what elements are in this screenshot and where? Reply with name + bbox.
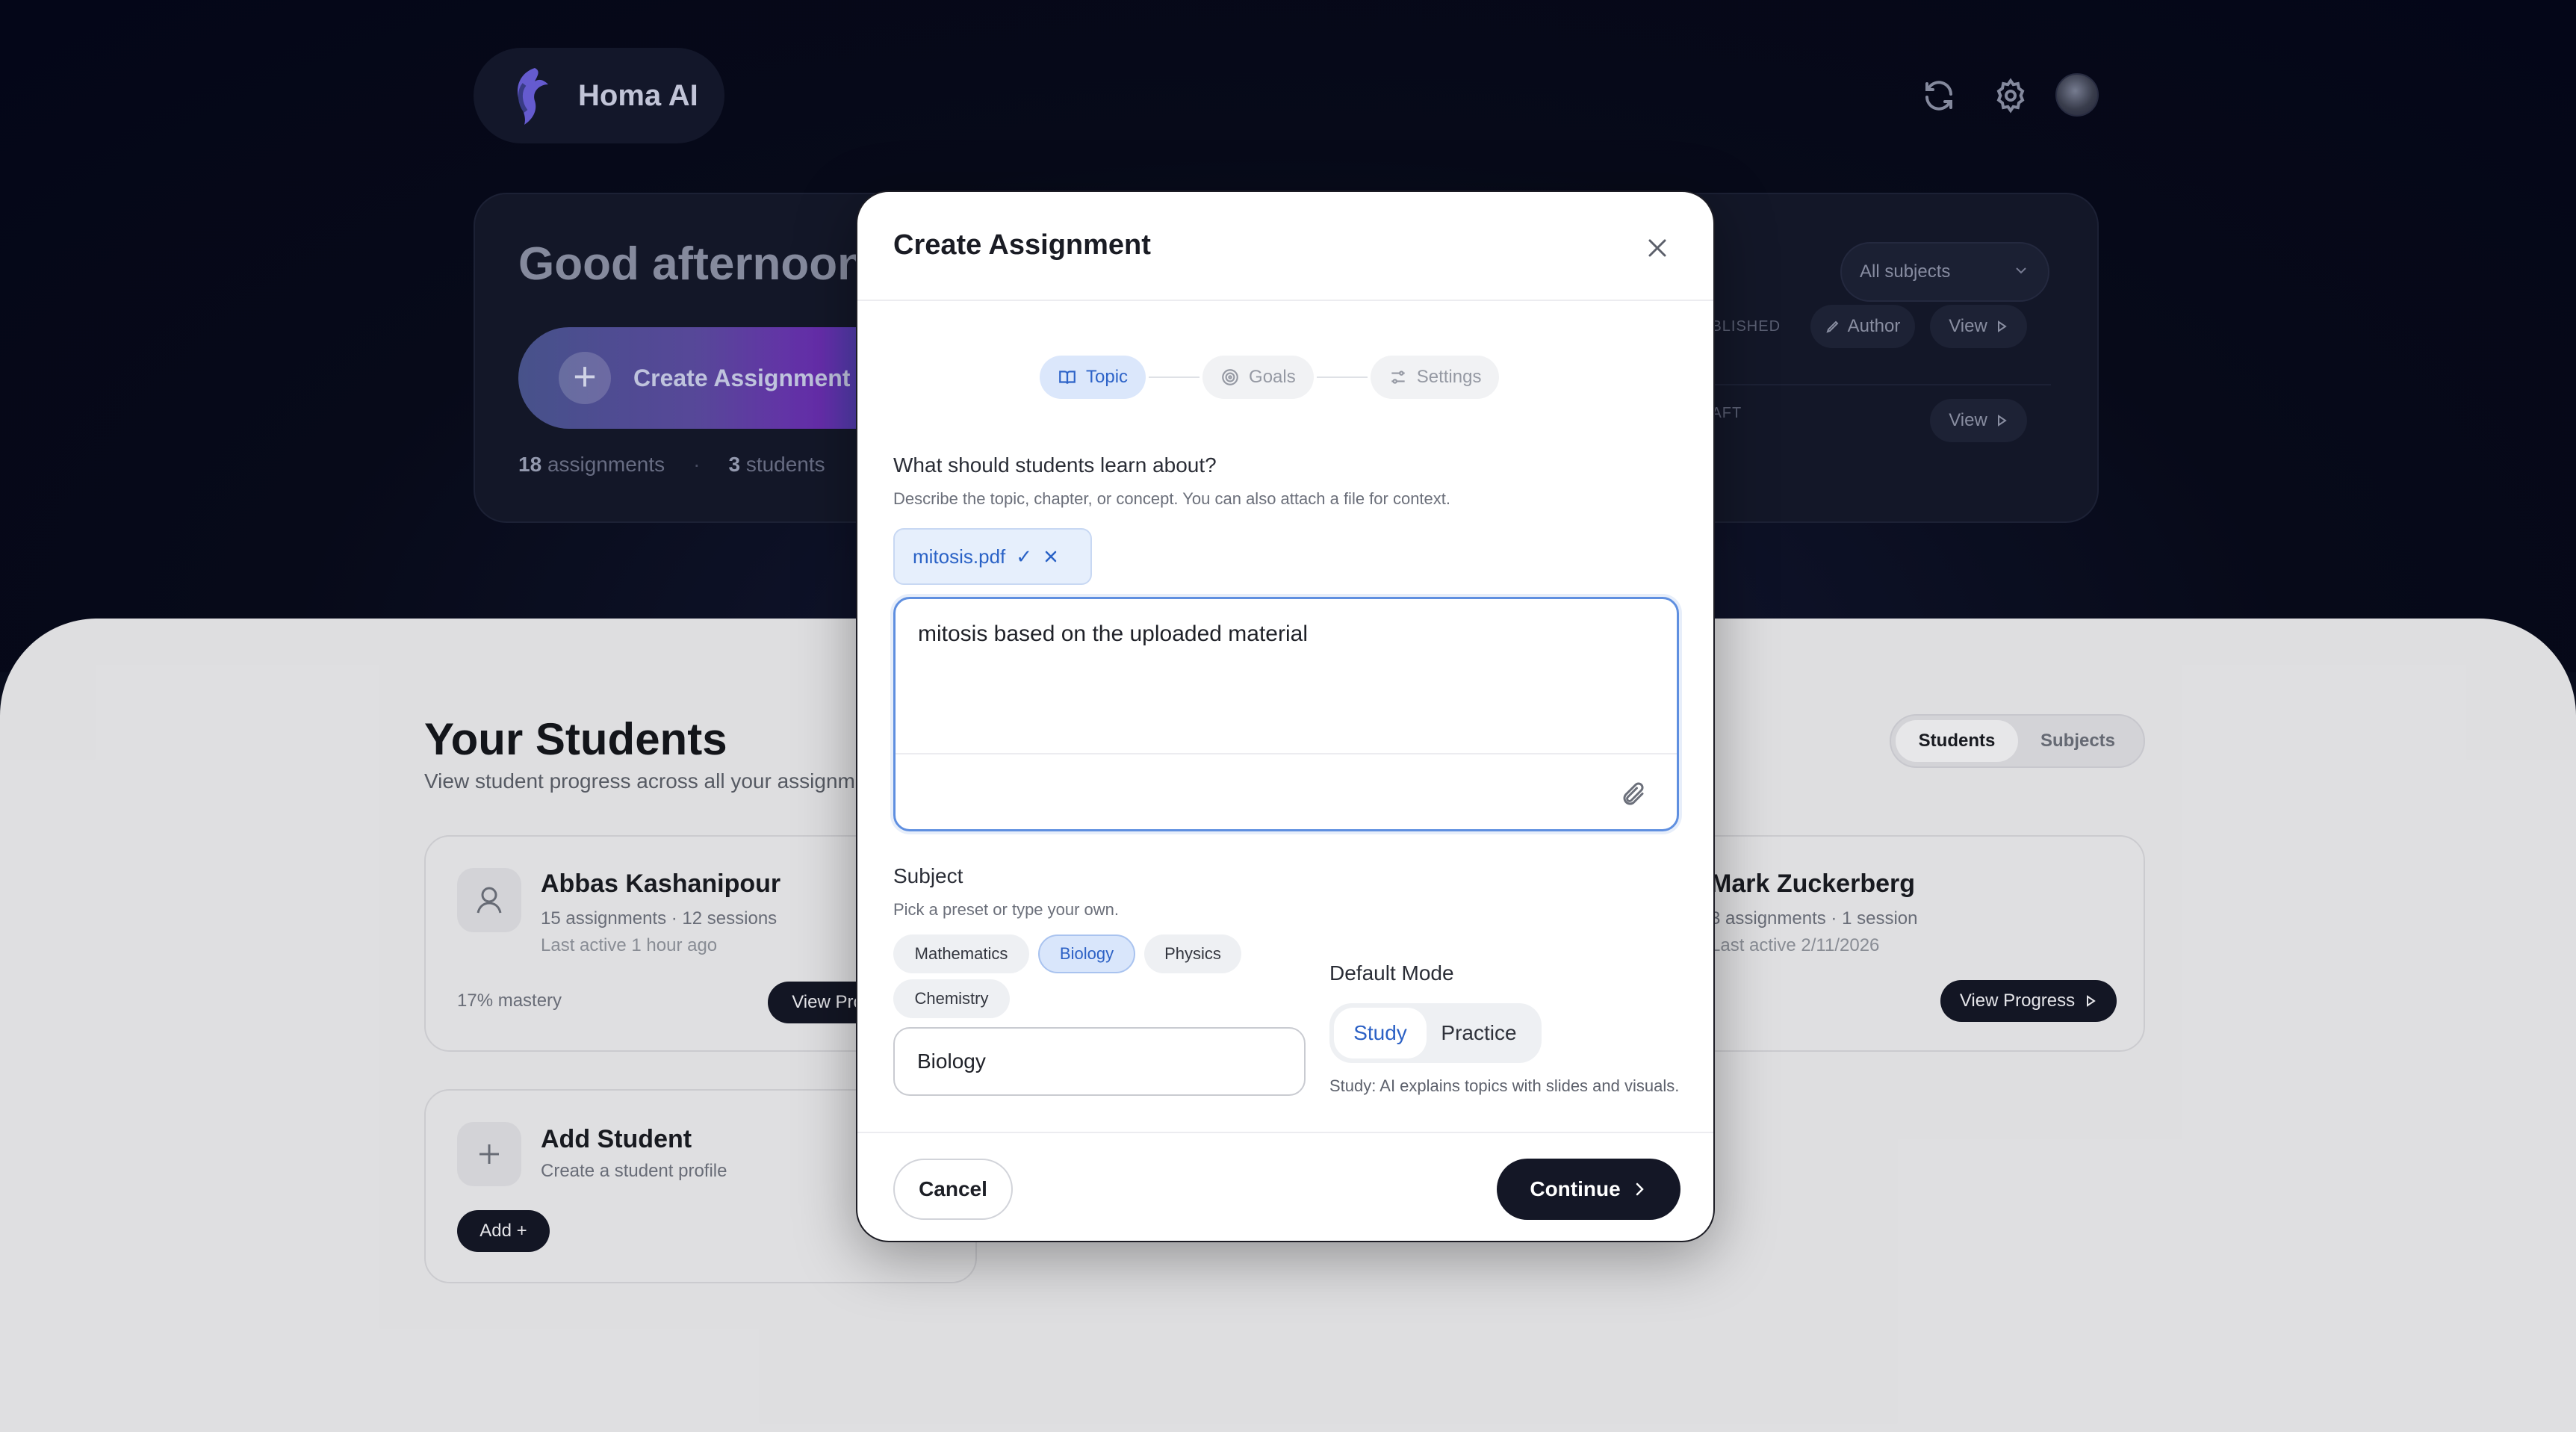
- target-icon: [1222, 369, 1238, 385]
- remove-file-icon[interactable]: [1043, 548, 1059, 565]
- book-icon: [1059, 371, 1076, 384]
- topic-textarea[interactable]: mitosis based on the uploaded material: [893, 597, 1679, 831]
- step-indicator: Topic Goals Settings: [1040, 355, 1500, 400]
- topic-question-help: Describe the topic, chapter, or concept.…: [893, 489, 1451, 508]
- subject-chip-physics[interactable]: Physics: [1144, 934, 1241, 973]
- mode-study[interactable]: Study: [1334, 1008, 1427, 1058]
- step-goals[interactable]: Goals: [1202, 356, 1314, 399]
- subject-help: Pick a preset or type your own.: [893, 900, 1120, 919]
- topic-question-label: What should students learn about?: [893, 453, 1217, 477]
- step-connector: [1316, 376, 1368, 378]
- topic-text: mitosis based on the uploaded material: [918, 622, 1308, 646]
- mode-practice[interactable]: Practice: [1427, 1008, 1531, 1058]
- subject-label: Subject: [893, 864, 963, 887]
- subject-chip-mathematics[interactable]: Mathematics: [893, 934, 1029, 973]
- close-icon[interactable]: [1646, 237, 1669, 259]
- dialog-title: Create Assignment: [893, 229, 1151, 261]
- default-mode-label: Default Mode: [1329, 961, 1454, 985]
- subject-chip-chemistry[interactable]: Chemistry: [893, 979, 1010, 1018]
- mode-toggle: Study Practice: [1329, 1003, 1542, 1063]
- mode-help: Study: AI explains topics with slides an…: [1329, 1076, 1680, 1095]
- create-assignment-dialog: Create Assignment Topic Goals Settings W…: [856, 190, 1715, 1242]
- check-icon: ✓: [1016, 545, 1033, 568]
- divider: [896, 753, 1677, 754]
- subject-chip-biology[interactable]: Biology: [1038, 934, 1135, 973]
- subject-input[interactable]: Biology: [893, 1027, 1306, 1096]
- cancel-button[interactable]: Cancel: [893, 1159, 1013, 1220]
- step-connector: [1149, 376, 1200, 378]
- attached-file-chip: mitosis.pdf ✓: [893, 528, 1092, 585]
- step-settings[interactable]: Settings: [1370, 356, 1500, 399]
- file-name: mitosis.pdf: [913, 545, 1006, 568]
- dialog-header: Create Assignment: [857, 192, 1713, 301]
- paperclip-icon[interactable]: [1620, 781, 1647, 808]
- step-topic[interactable]: Topic: [1040, 356, 1146, 399]
- sliders-icon: [1391, 371, 1405, 384]
- continue-button[interactable]: Continue: [1497, 1159, 1680, 1220]
- dialog-footer-divider: [857, 1132, 1713, 1133]
- chevron-right-icon: [1636, 1183, 1644, 1196]
